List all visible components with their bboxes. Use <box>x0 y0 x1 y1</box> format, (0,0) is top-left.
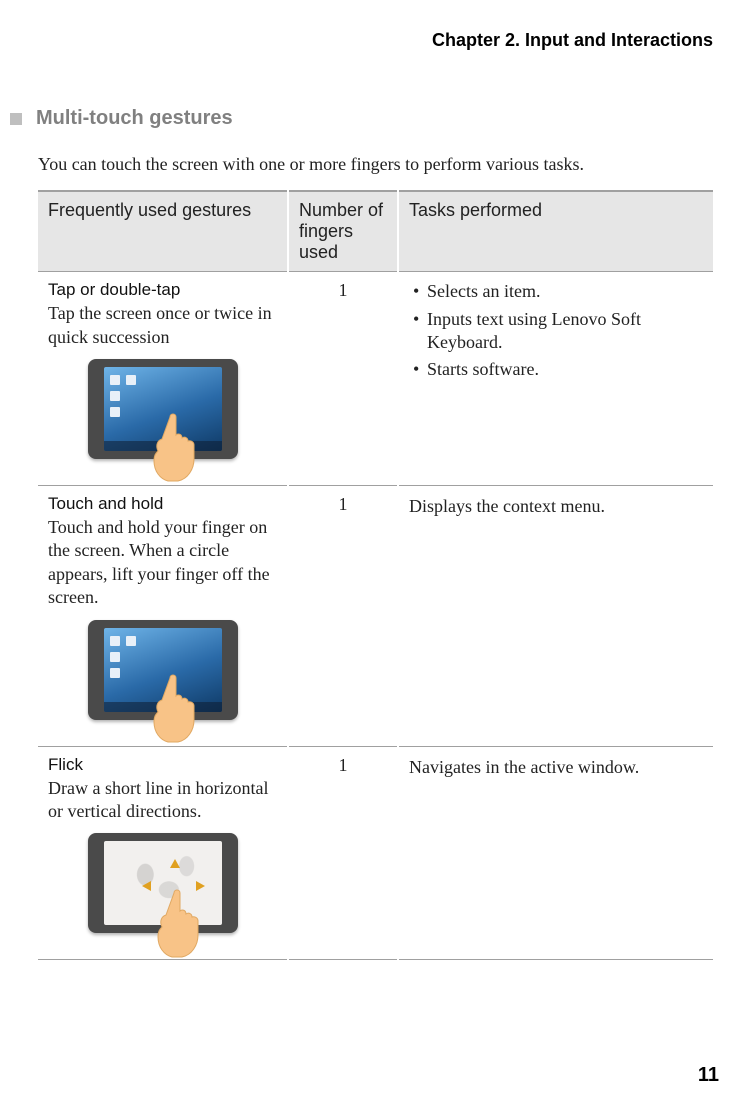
section-heading: Multi-touch gestures <box>10 107 713 130</box>
cell-gesture: Touch and hold Touch and hold your finge… <box>38 486 288 747</box>
list-item: Selects an item. <box>413 280 703 303</box>
cell-fingers: 1 <box>288 486 398 747</box>
table-row: Touch and hold Touch and hold your finge… <box>38 486 713 747</box>
chapter-header: Chapter 2. Input and Interactions <box>38 30 713 51</box>
gesture-description: Draw a short line in horizontal or verti… <box>48 777 277 824</box>
cell-tasks: Selects an item. Inputs text using Lenov… <box>398 272 713 486</box>
gesture-name: Touch and hold <box>48 494 277 514</box>
arrow-down-icon <box>170 905 180 914</box>
square-bullet-icon <box>10 113 22 125</box>
tablet-screen-icon <box>104 367 222 451</box>
tablet-frame-icon <box>88 620 238 720</box>
task-list: Selects an item. Inputs text using Lenov… <box>409 280 703 382</box>
cell-tasks: Navigates in the active window. <box>398 746 713 960</box>
gestures-table: Frequently used gestures Number of finge… <box>38 190 713 960</box>
tablet-hold-illustration <box>88 620 238 732</box>
tablet-flick-illustration <box>88 833 238 945</box>
list-item: Starts software. <box>413 358 703 381</box>
cell-tasks: Displays the context menu. <box>398 486 713 747</box>
cell-gesture: Tap or double-tap Tap the screen once or… <box>38 272 288 486</box>
gesture-name: Flick <box>48 755 277 775</box>
table-row: Flick Draw a short line in horizontal or… <box>38 746 713 960</box>
gesture-description: Tap the screen once or twice in quick su… <box>48 302 277 349</box>
table-row: Tap or double-tap Tap the screen once or… <box>38 272 713 486</box>
gesture-name: Tap or double-tap <box>48 280 277 300</box>
tablet-screen-icon <box>104 628 222 712</box>
intro-paragraph: You can touch the screen with one or mor… <box>38 152 713 176</box>
page: Chapter 2. Input and Interactions Multi-… <box>0 0 741 980</box>
col-header-tasks: Tasks performed <box>398 191 713 272</box>
section-title: Multi-touch gestures <box>36 107 233 130</box>
tablet-frame-icon <box>88 359 238 459</box>
tablet-tap-illustration <box>88 359 238 471</box>
cell-fingers: 1 <box>288 272 398 486</box>
col-header-gesture: Frequently used gestures <box>38 191 288 272</box>
table-header-row: Frequently used gestures Number of finge… <box>38 191 713 272</box>
tablet-frame-icon <box>88 833 238 933</box>
col-header-fingers: Number of fingers used <box>288 191 398 272</box>
page-number: 11 <box>698 1064 719 1087</box>
arrow-left-icon <box>142 881 151 891</box>
list-item: Inputs text using Lenovo Soft Keyboard. <box>413 308 703 355</box>
cell-gesture: Flick Draw a short line in horizontal or… <box>38 746 288 960</box>
gesture-description: Touch and hold your finger on the screen… <box>48 516 277 610</box>
cell-fingers: 1 <box>288 746 398 960</box>
arrow-up-icon <box>170 859 180 868</box>
arrow-right-icon <box>196 881 205 891</box>
